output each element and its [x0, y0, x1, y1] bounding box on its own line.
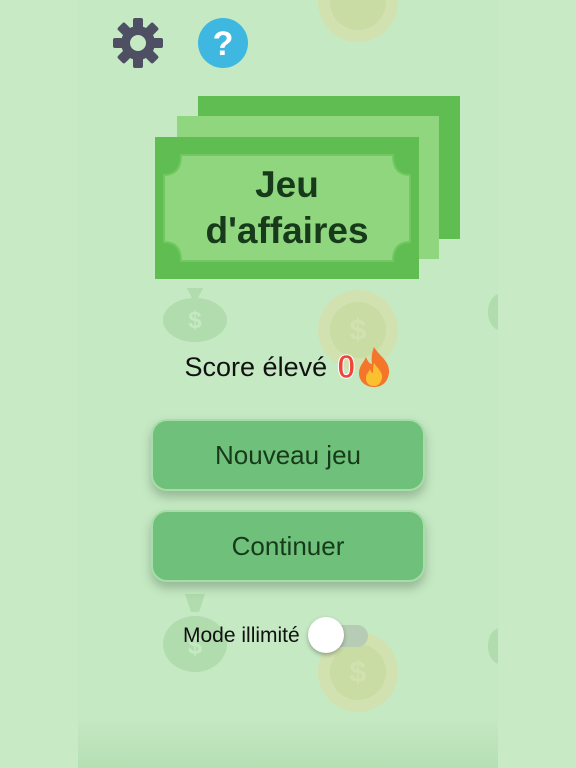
app-title-line-1: Jeu — [255, 164, 319, 205]
help-button[interactable]: ? — [195, 15, 251, 71]
new-game-button-label: Nouveau jeu — [215, 439, 361, 470]
unlimited-mode-toggle[interactable] — [307, 616, 368, 656]
game-menu-screen: $ $ $ $ ? Jeu d'affaires Score élevé 0 N… — [0, 0, 576, 768]
high-score-value: 0 — [337, 348, 356, 386]
question-mark-icon: ? — [198, 18, 248, 68]
background-money-bag-icon: $ — [163, 288, 227, 342]
high-score-row: Score élevé 0 — [0, 342, 576, 392]
toggle-knob — [307, 617, 344, 653]
background-money-bag-icon — [488, 628, 498, 664]
unlimited-mode-label: Mode illimité — [183, 624, 300, 647]
app-title: Jeu d'affaires — [155, 137, 419, 279]
bottom-fade — [78, 718, 498, 768]
continue-button[interactable]: Continuer — [151, 510, 425, 582]
high-score-label: Score élevé — [184, 351, 328, 382]
background-money-bag-icon — [488, 294, 498, 330]
svg-text:$: $ — [188, 307, 202, 334]
new-game-button[interactable]: Nouveau jeu — [151, 419, 425, 491]
svg-text:?: ? — [213, 25, 234, 63]
background-coin-icon — [318, 0, 398, 42]
unlimited-mode-row: Mode illimité — [183, 614, 368, 658]
settings-button[interactable] — [110, 15, 166, 71]
svg-text:$: $ — [350, 656, 367, 689]
gear-icon — [113, 18, 163, 68]
fire-icon — [357, 346, 391, 388]
app-title-line-2: d'affaires — [205, 210, 369, 251]
continue-button-label: Continuer — [231, 530, 345, 561]
